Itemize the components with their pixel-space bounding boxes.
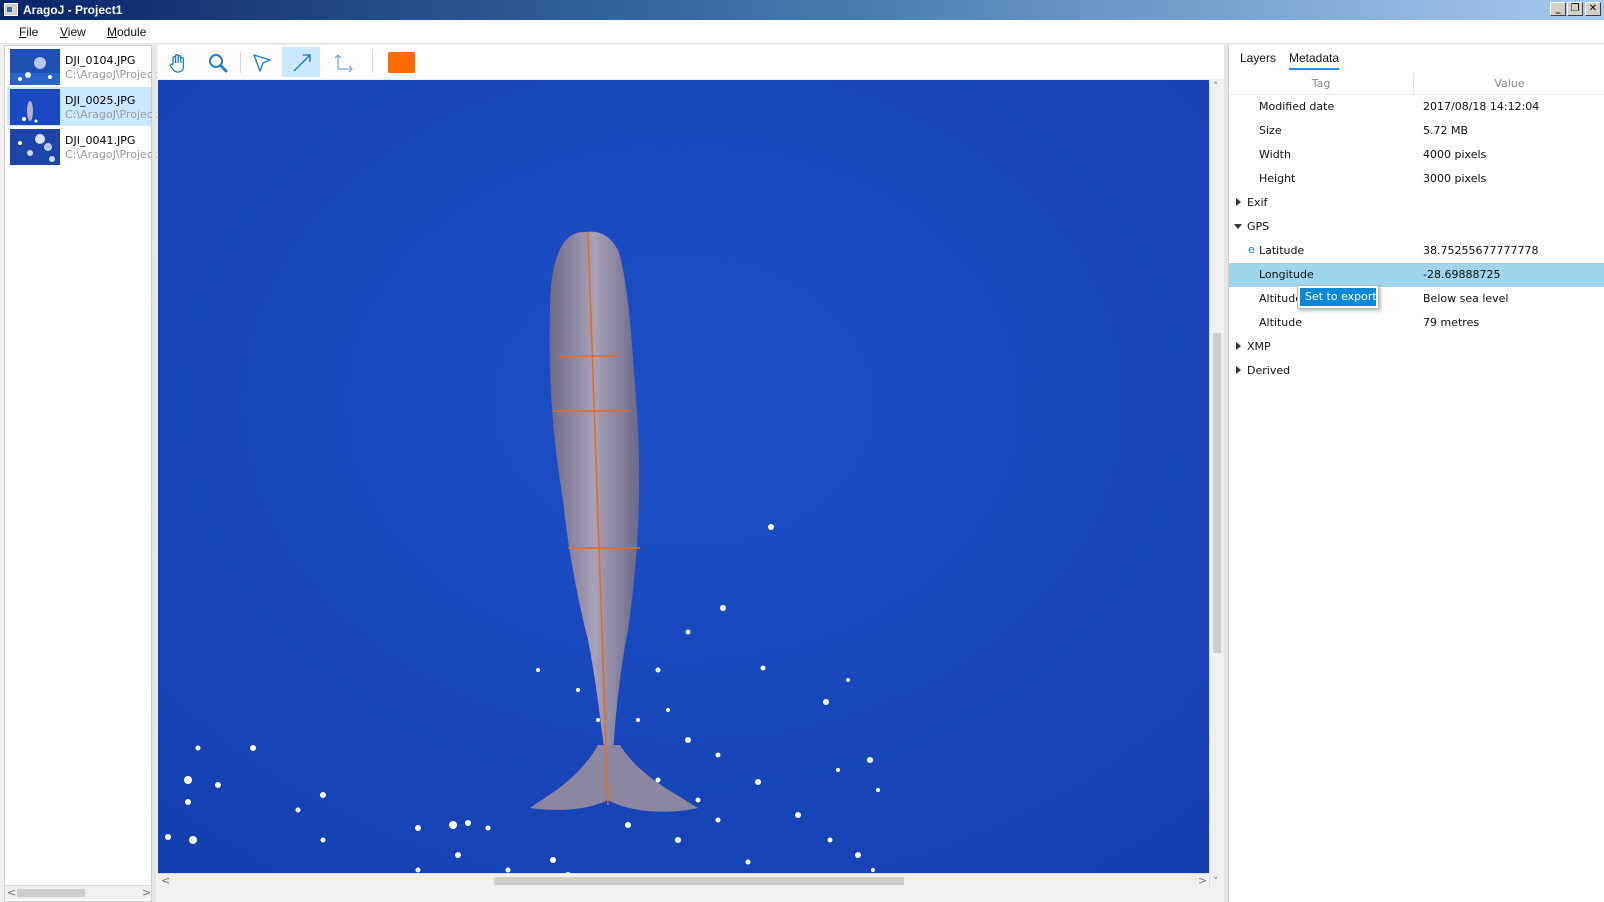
scroll-right-icon[interactable]: > bbox=[142, 886, 151, 899]
tab-layers[interactable]: Layers bbox=[1240, 51, 1276, 65]
toolbar-separator bbox=[372, 51, 373, 73]
app-icon bbox=[4, 3, 18, 16]
scroll-down-icon[interactable]: ˅ bbox=[1213, 875, 1219, 888]
scroll-left-icon[interactable]: < bbox=[7, 886, 16, 899]
row-value: 38.75255677777778 bbox=[1423, 244, 1539, 257]
file-list-item[interactable]: DJI_0104.JPG C:\AragoJ\Project bbox=[7, 47, 157, 86]
title-bar: AragoJ - Project1 _ ❐ ✕ bbox=[0, 0, 1604, 20]
column-header-tag[interactable]: Tag bbox=[1229, 73, 1413, 95]
metadata-row-selected[interactable]: Longitude -28.69888725 bbox=[1229, 263, 1604, 287]
hand-tool-button[interactable] bbox=[158, 47, 196, 77]
group-label: GPS bbox=[1247, 220, 1270, 233]
scrollbar-thumb[interactable] bbox=[1213, 333, 1221, 653]
metadata-row[interactable]: Modified date 2017/08/18 14:12:04 bbox=[1229, 95, 1604, 119]
image-canvas[interactable]: < > bbox=[158, 80, 1209, 887]
zoom-tool-button[interactable] bbox=[198, 47, 236, 77]
toolbar-separator bbox=[240, 51, 241, 73]
window-title: AragoJ - Project1 bbox=[23, 3, 123, 17]
row-value: -28.69888725 bbox=[1423, 268, 1501, 281]
angle-tool-button[interactable] bbox=[324, 47, 362, 77]
file-path: C:\AragoJ\Project bbox=[65, 68, 158, 81]
row-tag: Modified date bbox=[1259, 100, 1335, 113]
group-label: XMP bbox=[1247, 340, 1271, 353]
row-tag: Height bbox=[1259, 172, 1296, 185]
row-value: 3000 pixels bbox=[1423, 172, 1487, 185]
collapse-arrow-icon[interactable] bbox=[1234, 224, 1242, 229]
file-list-item-selected[interactable]: DJI_0025.JPG C:\AragoJ\Project bbox=[7, 87, 157, 126]
metadata-row[interactable]: e Latitude 38.75255677777778 bbox=[1229, 239, 1604, 263]
minimize-button[interactable]: _ bbox=[1550, 2, 1566, 16]
row-value: 2017/08/18 14:12:04 bbox=[1423, 100, 1540, 113]
image-thumbnail bbox=[10, 49, 60, 85]
left-splitter[interactable] bbox=[152, 45, 156, 902]
export-marker-icon: e bbox=[1248, 243, 1255, 256]
menu-module[interactable]: Module bbox=[107, 25, 146, 39]
metadata-row[interactable]: Altitude Below sea level bbox=[1229, 287, 1604, 311]
menu-view[interactable]: View bbox=[60, 25, 86, 39]
select-tool-button[interactable] bbox=[242, 47, 280, 77]
metadata-group-gps[interactable]: GPS bbox=[1229, 215, 1604, 239]
scrollbar-thumb[interactable] bbox=[494, 877, 904, 885]
color-picker-button[interactable] bbox=[388, 52, 415, 73]
angle-icon bbox=[334, 54, 353, 73]
expand-arrow-icon[interactable] bbox=[1236, 198, 1241, 206]
column-header-value[interactable]: Value bbox=[1414, 73, 1604, 95]
whale-photo bbox=[158, 80, 1209, 887]
row-tag: Latitude bbox=[1259, 244, 1305, 257]
expand-arrow-icon[interactable] bbox=[1236, 342, 1241, 350]
row-value: 5.72 MB bbox=[1423, 124, 1469, 137]
measure-line-icon bbox=[293, 54, 311, 72]
canvas-vertical-scrollbar[interactable]: ˄ ˅ bbox=[1209, 80, 1223, 888]
menu-bar: File View Module bbox=[0, 20, 1604, 44]
row-tag: Longitude bbox=[1259, 268, 1314, 281]
metadata-group-derived[interactable]: Derived bbox=[1229, 359, 1604, 383]
metadata-panel: Layers Metadata Tag Value Modified date … bbox=[1228, 45, 1604, 902]
zoom-icon bbox=[209, 54, 228, 73]
group-label: Derived bbox=[1247, 364, 1291, 377]
tab-metadata[interactable]: Metadata bbox=[1289, 51, 1340, 70]
tool-bar bbox=[158, 45, 1226, 79]
metadata-row[interactable]: Height 3000 pixels bbox=[1229, 167, 1604, 191]
file-list-item[interactable]: DJI_0041.JPG C:\AragoJ\Project bbox=[7, 127, 157, 166]
scroll-up-icon[interactable]: ˄ bbox=[1213, 80, 1219, 93]
menu-file[interactable]: File bbox=[19, 25, 38, 39]
metadata-group-exif[interactable]: Exif bbox=[1229, 191, 1604, 215]
row-tag: Size bbox=[1259, 124, 1282, 137]
row-tag: Altitude bbox=[1259, 316, 1302, 329]
measure-line-tool-button[interactable] bbox=[282, 47, 320, 77]
set-to-export-menu-item[interactable]: Set to export bbox=[1300, 288, 1377, 306]
scroll-left-icon[interactable]: < bbox=[161, 874, 170, 887]
row-tag: Width bbox=[1259, 148, 1291, 161]
close-button[interactable]: ✕ bbox=[1585, 2, 1601, 16]
file-name: DJI_0104.JPG bbox=[65, 54, 136, 67]
row-value: Below sea level bbox=[1423, 292, 1509, 305]
file-name: DJI_0025.JPG bbox=[65, 94, 136, 107]
image-thumbnail bbox=[10, 129, 60, 165]
image-thumbnail bbox=[10, 89, 60, 125]
file-name: DJI_0041.JPG bbox=[65, 134, 136, 147]
scrollbar-thumb[interactable] bbox=[17, 889, 85, 897]
metadata-row[interactable]: Width 4000 pixels bbox=[1229, 143, 1604, 167]
context-menu: Set to export bbox=[1297, 285, 1379, 309]
hand-icon bbox=[169, 54, 185, 73]
row-value: 79 metres bbox=[1423, 316, 1480, 329]
metadata-row[interactable]: Size 5.72 MB bbox=[1229, 119, 1604, 143]
select-arrow-icon bbox=[253, 54, 271, 72]
metadata-row[interactable]: Altitude 79 metres bbox=[1229, 311, 1604, 335]
row-tag: Altitude bbox=[1259, 292, 1302, 305]
restore-button[interactable]: ❐ bbox=[1567, 2, 1583, 16]
canvas-horizontal-scrollbar[interactable]: < > bbox=[158, 873, 1209, 887]
file-list-panel: DJI_0104.JPG C:\AragoJ\Project DJI_0025.… bbox=[4, 45, 157, 902]
row-value: 4000 pixels bbox=[1423, 148, 1487, 161]
file-path: C:\AragoJ\Project bbox=[65, 108, 158, 121]
expand-arrow-icon[interactable] bbox=[1236, 366, 1241, 374]
scroll-right-icon[interactable]: > bbox=[1198, 874, 1207, 887]
group-label: Exif bbox=[1247, 196, 1268, 209]
file-path: C:\AragoJ\Project bbox=[65, 148, 158, 161]
file-list-horizontal-scrollbar[interactable]: < > bbox=[5, 885, 151, 899]
metadata-group-xmp[interactable]: XMP bbox=[1229, 335, 1604, 359]
